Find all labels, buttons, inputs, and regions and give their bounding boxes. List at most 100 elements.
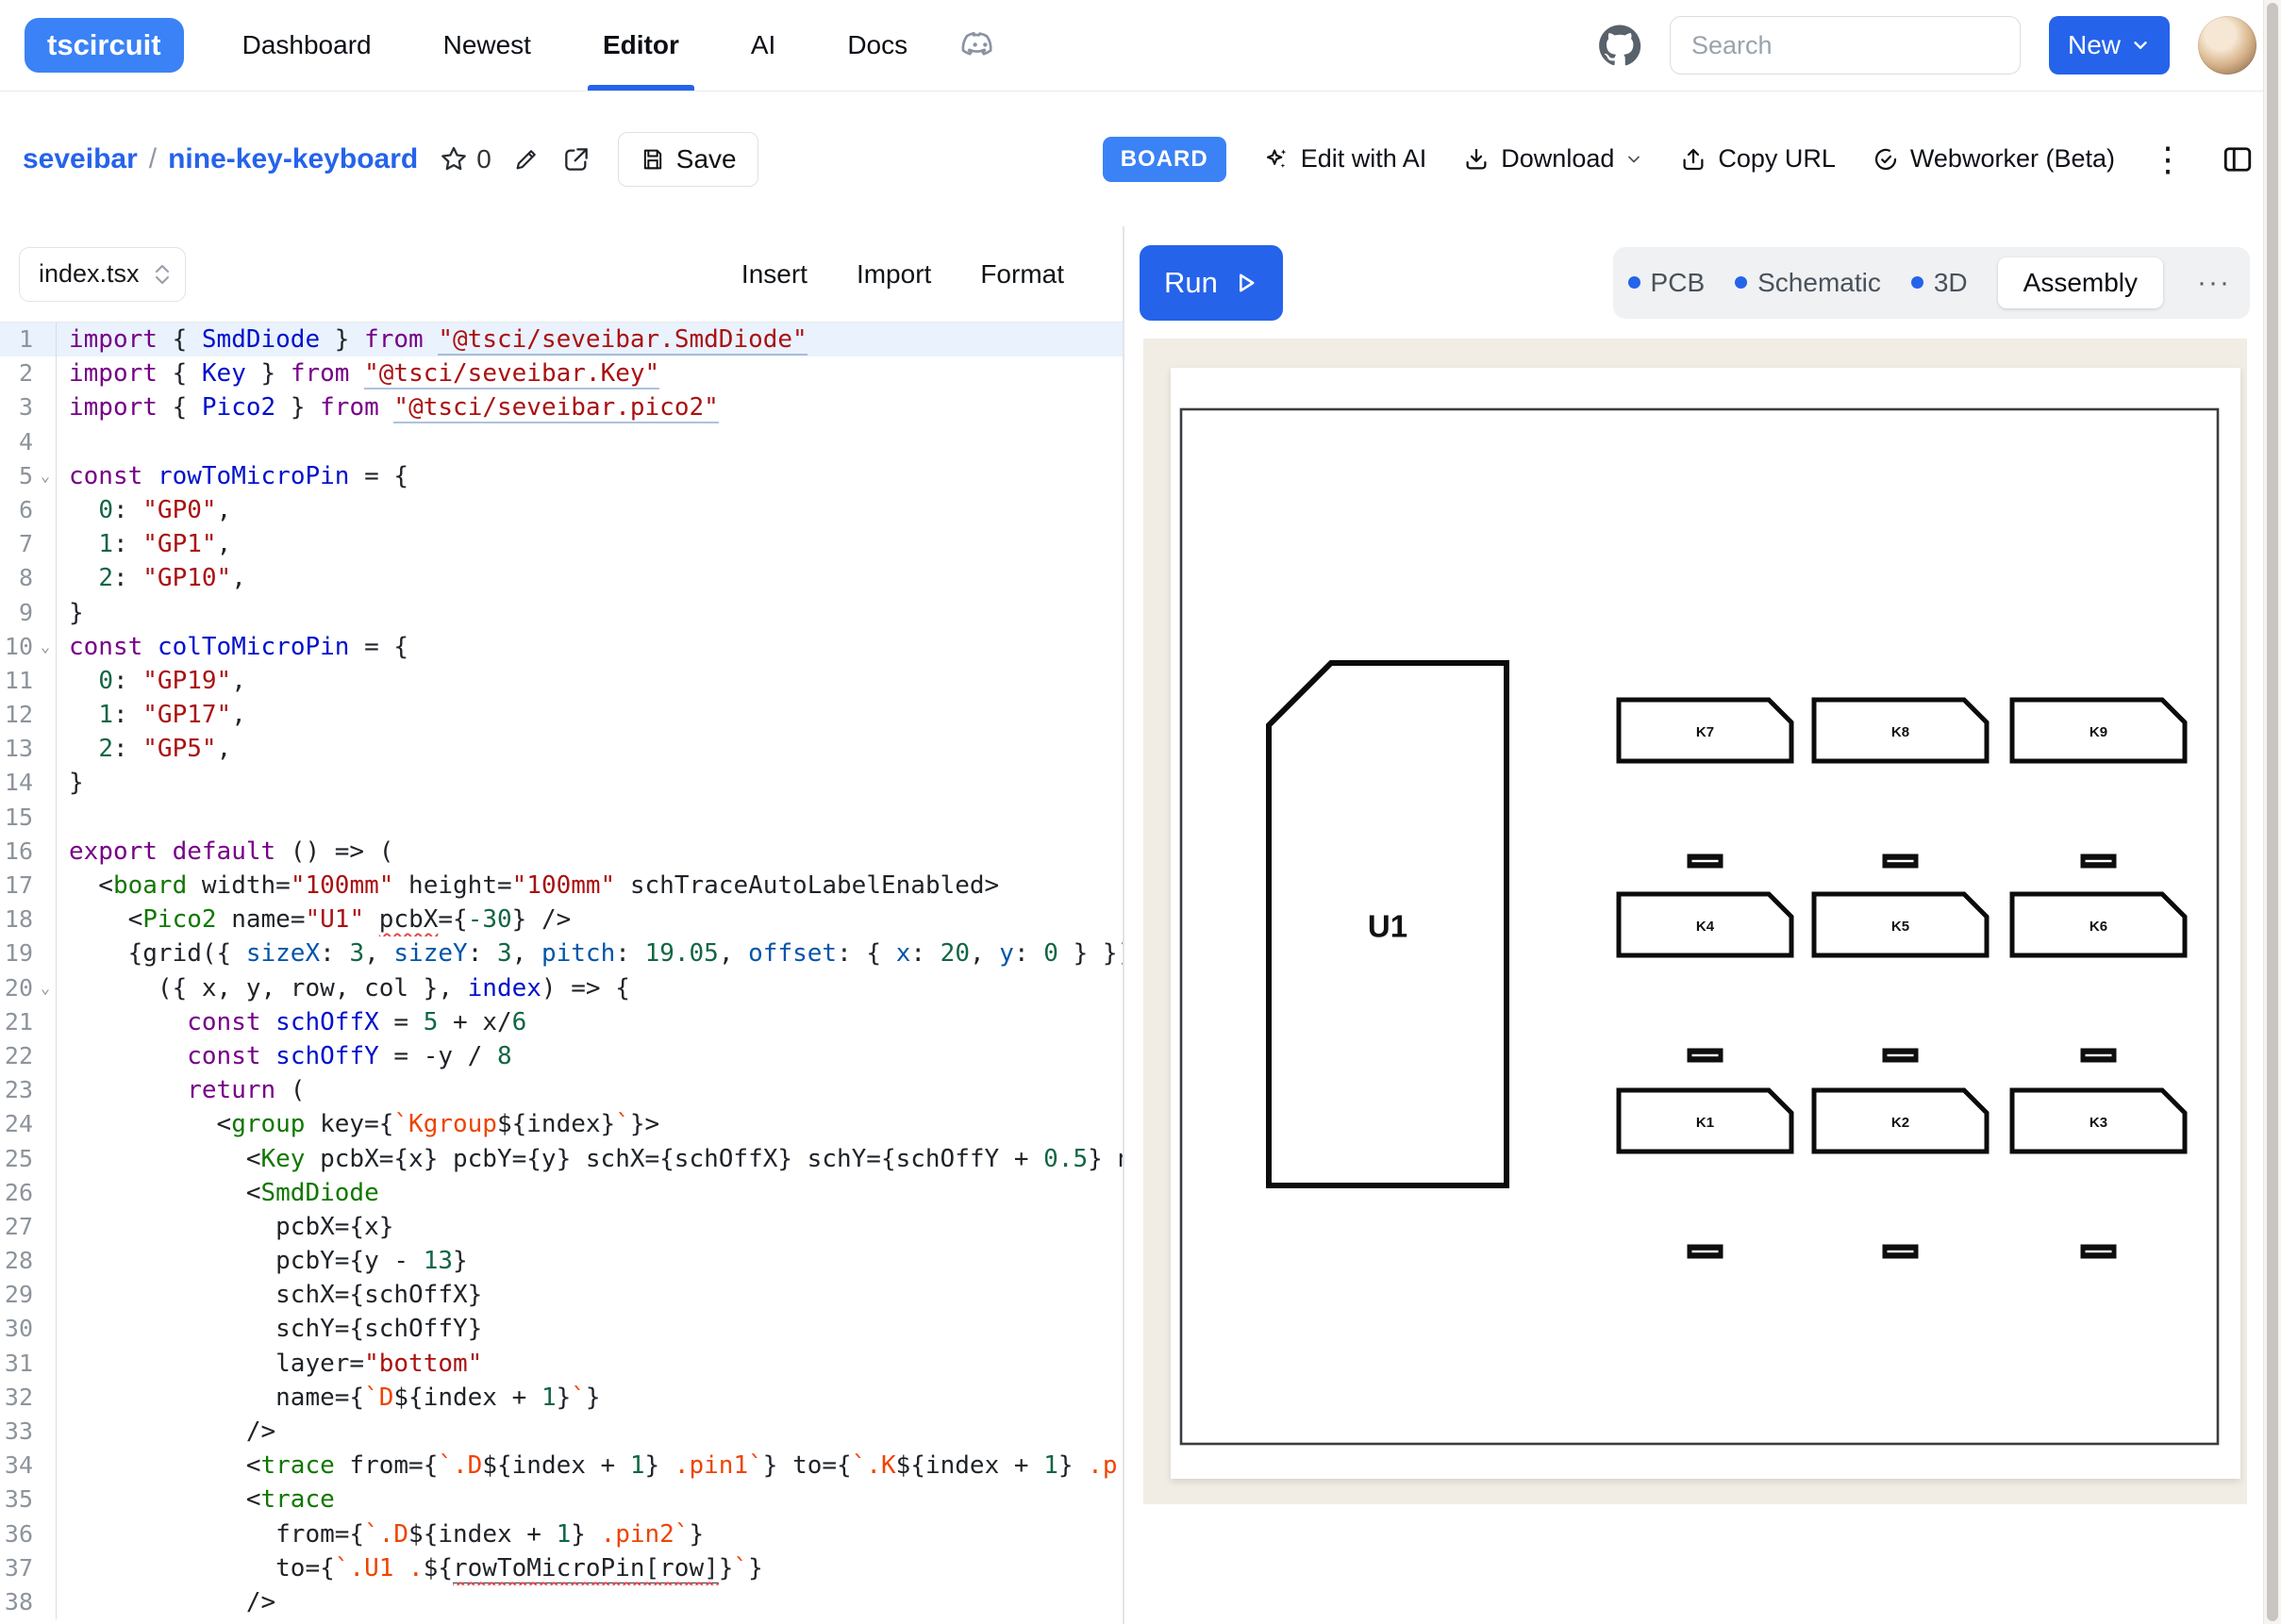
tab-pcb[interactable]: PCB	[1628, 268, 1706, 298]
diode-line-icon	[1692, 860, 1719, 862]
file-selector[interactable]: index.tsx	[19, 247, 186, 302]
diode-line-icon	[2086, 1054, 2112, 1056]
code-line-2[interactable]: 2import { Key } from "@tsci/seveibar.Key…	[0, 356, 1123, 390]
code-line-27[interactable]: 27 pcbX={x}	[0, 1210, 1123, 1244]
assembly-canvas[interactable]: U1K7K8K9K4K5K6K1K2K3	[1143, 339, 2247, 1504]
code-line-34[interactable]: 34 <trace from={`.D${index + 1} .pin1`} …	[0, 1449, 1123, 1483]
board-badge: BOARD	[1103, 137, 1226, 182]
code-line-37[interactable]: 37 to={`.U1 .${rowToMicroPin[row]}`}	[0, 1551, 1123, 1585]
copy-url-button[interactable]: Copy URL	[1679, 144, 1836, 174]
github-icon[interactable]	[1598, 24, 1641, 67]
save-button[interactable]: Save	[618, 132, 758, 187]
discord-icon[interactable]	[958, 0, 1002, 91]
code-line-11[interactable]: 11 0: "GP19",	[0, 664, 1123, 698]
new-button[interactable]: New	[2049, 16, 2170, 75]
nav-item-dashboard[interactable]: Dashboard	[207, 0, 408, 91]
code-line-10[interactable]: 10⌄const colToMicroPin = {	[0, 630, 1123, 664]
search-input[interactable]	[1670, 16, 2021, 75]
code-area[interactable]: 1import { SmdDiode } from "@tsci/seveiba…	[0, 323, 1123, 1624]
nav-item-ai[interactable]: AI	[715, 0, 811, 91]
code-line-8[interactable]: 8 2: "GP10",	[0, 561, 1123, 595]
code-line-28[interactable]: 28 pcbY={y - 13}	[0, 1244, 1123, 1278]
code-line-33[interactable]: 33 />	[0, 1415, 1123, 1449]
key-label-K9: K9	[2090, 724, 2107, 740]
diode-line-icon	[1888, 1251, 1914, 1252]
diode-line-icon	[1692, 1251, 1719, 1252]
code-line-30[interactable]: 30 schY={schOffY}	[0, 1312, 1123, 1346]
code-line-29[interactable]: 29 schX={schOffX}	[0, 1278, 1123, 1312]
project-toolbar-actions: BOARD Edit with AI Download Copy URL Web…	[1103, 137, 2258, 182]
code-line-3[interactable]: 3import { Pico2 } from "@tsci/seveibar.p…	[0, 390, 1123, 424]
breadcrumb-owner[interactable]: seveibar	[23, 143, 138, 175]
code-line-7[interactable]: 7 1: "GP1",	[0, 527, 1123, 561]
page-scrollbar-thumb[interactable]	[2267, 3, 2278, 1621]
code-line-22[interactable]: 22 const schOffY = -y / 8	[0, 1039, 1123, 1073]
key-label-K7: K7	[1696, 724, 1714, 740]
key-label-K2: K2	[1891, 1115, 1909, 1131]
code-line-26[interactable]: 26 <SmdDiode	[0, 1176, 1123, 1210]
code-line-9[interactable]: 9}	[0, 596, 1123, 630]
diode-line-icon	[2086, 1251, 2112, 1252]
key-label-K4: K4	[1696, 919, 1715, 935]
editor-menus: Insert Import Format	[741, 259, 1104, 290]
code-line-13[interactable]: 13 2: "GP5",	[0, 732, 1123, 766]
edit-with-ai-button[interactable]: Edit with AI	[1262, 144, 1427, 174]
project-toolbar: seveibar / nine-key-keyboard 0 Save BOAR…	[0, 91, 2281, 226]
code-line-23[interactable]: 23 return (	[0, 1073, 1123, 1107]
nav-item-newest[interactable]: Newest	[408, 0, 567, 91]
key-label-K6: K6	[2090, 919, 2107, 935]
copy-url-label: Copy URL	[1718, 144, 1836, 174]
schematic-dot-icon	[1735, 276, 1747, 289]
code-line-36[interactable]: 36 from={`.D${index + 1} .pin2`}	[0, 1517, 1123, 1551]
pcb-dot-icon	[1628, 276, 1640, 289]
download-label: Download	[1501, 144, 1614, 174]
tab-assembly[interactable]: Assembly	[1998, 257, 2163, 308]
tscircuit-logo[interactable]: tscircuit	[25, 18, 184, 73]
diode-line-icon	[1888, 1054, 1914, 1056]
code-line-18[interactable]: 18 <Pico2 name="U1" pcbX={-30} />	[0, 903, 1123, 936]
toggle-panel-icon[interactable]	[2221, 142, 2255, 176]
code-line-5[interactable]: 5⌄const rowToMicroPin = {	[0, 459, 1123, 493]
code-line-31[interactable]: 31 layer="bottom"	[0, 1347, 1123, 1381]
webworker-button[interactable]: Webworker (Beta)	[1872, 144, 2115, 174]
breadcrumb-project[interactable]: nine-key-keyboard	[168, 143, 418, 175]
download-button[interactable]: Download	[1462, 144, 1643, 174]
page-scrollbar[interactable]	[2263, 0, 2281, 1624]
tab-schematic[interactable]: Schematic	[1735, 268, 1881, 298]
chip-label: U1	[1368, 909, 1407, 944]
more-options-icon[interactable]: ⋮	[2151, 142, 2185, 176]
menu-import[interactable]: Import	[857, 259, 931, 290]
share-icon[interactable]	[561, 144, 591, 174]
code-line-32[interactable]: 32 name={`D${index + 1}`}	[0, 1381, 1123, 1415]
menu-format[interactable]: Format	[980, 259, 1064, 290]
tab-assembly-label: Assembly	[2023, 268, 2138, 298]
tabs-more-icon[interactable]: ···	[2193, 267, 2235, 299]
code-line-16[interactable]: 16export default () => (	[0, 835, 1123, 869]
code-line-12[interactable]: 12 1: "GP17",	[0, 698, 1123, 732]
tab-3d[interactable]: 3D	[1911, 268, 1968, 298]
rename-pencil-icon[interactable]	[512, 145, 541, 174]
code-line-15[interactable]: 15	[0, 801, 1123, 835]
view-tabs: PCB Schematic 3D Assembly ···	[1613, 247, 2250, 319]
code-line-17[interactable]: 17 <board width="100mm" height="100mm" s…	[0, 869, 1123, 903]
user-avatar[interactable]	[2198, 16, 2256, 75]
code-line-4[interactable]: 4	[0, 425, 1123, 459]
code-line-14[interactable]: 14}	[0, 766, 1123, 800]
menu-insert[interactable]: Insert	[741, 259, 808, 290]
code-line-38[interactable]: 38 />	[0, 1585, 1123, 1619]
code-line-35[interactable]: 35 <trace	[0, 1483, 1123, 1516]
code-line-19[interactable]: 19 {grid({ sizeX: 3, sizeY: 3, pitch: 19…	[0, 936, 1123, 970]
code-line-20[interactable]: 20⌄ ({ x, y, row, col }, index) => {	[0, 971, 1123, 1005]
code-line-21[interactable]: 21 const schOffX = 5 + x/6	[0, 1005, 1123, 1039]
star-icon[interactable]	[439, 144, 469, 174]
nav-item-editor[interactable]: Editor	[567, 0, 715, 91]
key-label-K8: K8	[1891, 724, 1909, 740]
code-line-25[interactable]: 25 <Key pcbX={x} pcbY={y} schX={schOffX}…	[0, 1142, 1123, 1176]
run-button[interactable]: Run	[1140, 245, 1283, 321]
code-line-24[interactable]: 24 <group key={`Kgroup${index}`}>	[0, 1107, 1123, 1141]
code-line-1[interactable]: 1import { SmdDiode } from "@tsci/seveiba…	[0, 323, 1123, 356]
nav-item-docs[interactable]: Docs	[811, 0, 943, 91]
save-floppy-icon	[640, 146, 666, 173]
code-editor-panel: index.tsx Insert Import Format 1import {…	[0, 226, 1123, 1624]
code-line-6[interactable]: 6 0: "GP0",	[0, 493, 1123, 527]
